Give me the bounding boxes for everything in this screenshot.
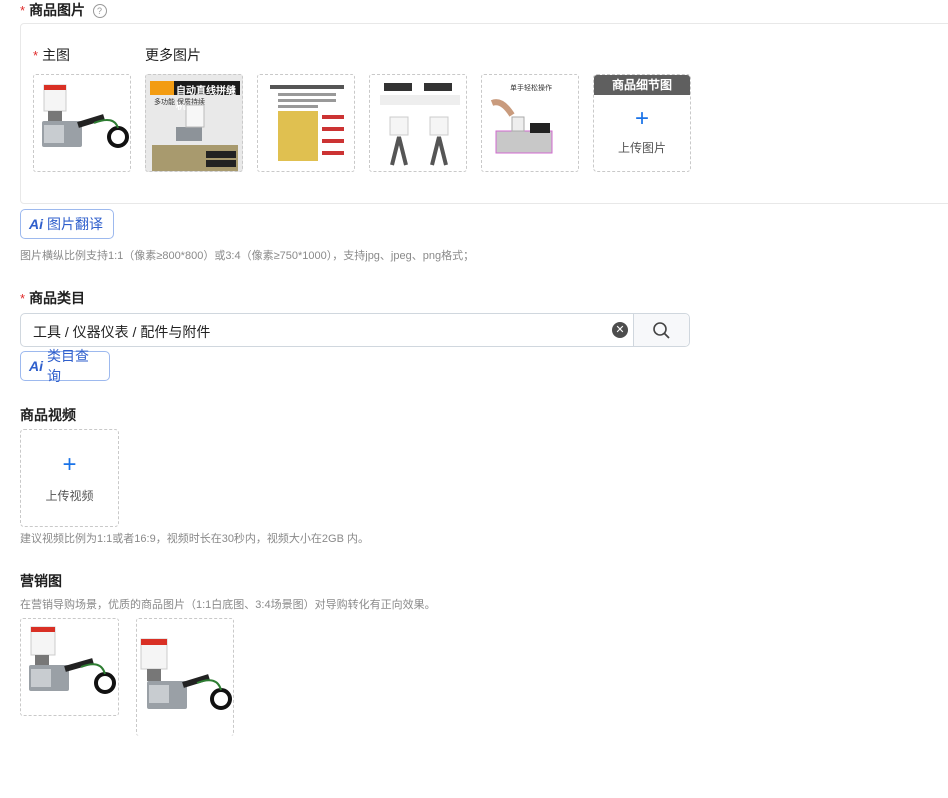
category-select[interactable]: 工具 / 仪器仪表 / 配件与附件 ✕	[20, 313, 690, 347]
category-value: 工具 / 仪器仪表 / 配件与附件	[33, 324, 211, 340]
plus-icon: +	[634, 105, 649, 132]
video-hint: 建议视频比例为1:1或者16:9，视频时长在30秒内，视频大小在2GB 内。	[20, 533, 370, 545]
clear-icon[interactable]: ✕	[612, 322, 628, 338]
upload-image-label: 上传图片	[617, 141, 666, 155]
product-images-header: * 商品图片 ?	[20, 0, 107, 20]
upload-detail-image[interactable]: 商品细节图 + 上传图片	[593, 74, 691, 172]
category-title: 商品类目	[29, 290, 86, 306]
ai-category-query-button[interactable]: Ai 类目查询	[20, 348, 110, 384]
help-icon[interactable]: ?	[92, 4, 107, 18]
main-image-thumb[interactable]	[33, 74, 131, 172]
ai-image-translate-button[interactable]: Ai 图片翻译	[20, 209, 114, 239]
search-icon	[653, 322, 670, 339]
video-title: 商品视频	[20, 407, 76, 423]
ai-category-label: 类目查询	[47, 348, 89, 384]
image-format-hint: 图片横纵比例支持1:1（像素≥800*800）或3:4（像素≥750*1000）…	[20, 250, 475, 262]
product-photo	[152, 104, 238, 171]
category-search-button[interactable]	[633, 314, 689, 346]
detail-image-tag: 商品细节图	[594, 75, 690, 95]
main-image-label: * 主图	[33, 47, 71, 63]
upload-video-label: 上传视频	[45, 488, 94, 503]
marketing-image-portrait[interactable]	[136, 618, 234, 736]
ai-icon: Ai	[29, 358, 43, 374]
more-image-thumb[interactable]: 单手轻松操作	[481, 74, 579, 172]
marketing-hint: 在营销导购场景，优质的商品图片（1:1白底图、3:4场景图）对导购转化有正向效果…	[20, 599, 436, 611]
product-photo	[490, 99, 553, 154]
required-mark: *	[20, 3, 26, 18]
more-image-thumb[interactable]	[369, 74, 467, 172]
product-photo	[29, 626, 116, 694]
more-image-thumb[interactable]: 自动直线拼缝机 多功能 保质持续	[145, 74, 243, 172]
plus-icon: +	[62, 450, 77, 478]
ai-translate-label: 图片翻译	[47, 216, 103, 232]
category-header: * 商品类目	[20, 290, 86, 306]
product-photo	[380, 83, 460, 166]
product-images-title: 商品图片	[29, 2, 86, 18]
ai-icon: Ai	[29, 216, 43, 232]
product-photo	[140, 638, 232, 710]
marketing-title: 营销图	[20, 573, 62, 589]
upload-video[interactable]: + 上传视频	[20, 429, 119, 527]
more-image-thumb[interactable]	[257, 74, 355, 172]
more-images-label: 更多图片	[145, 47, 201, 63]
product-photo	[270, 85, 344, 161]
product-photo	[42, 84, 129, 148]
marketing-image-square[interactable]	[20, 618, 119, 716]
